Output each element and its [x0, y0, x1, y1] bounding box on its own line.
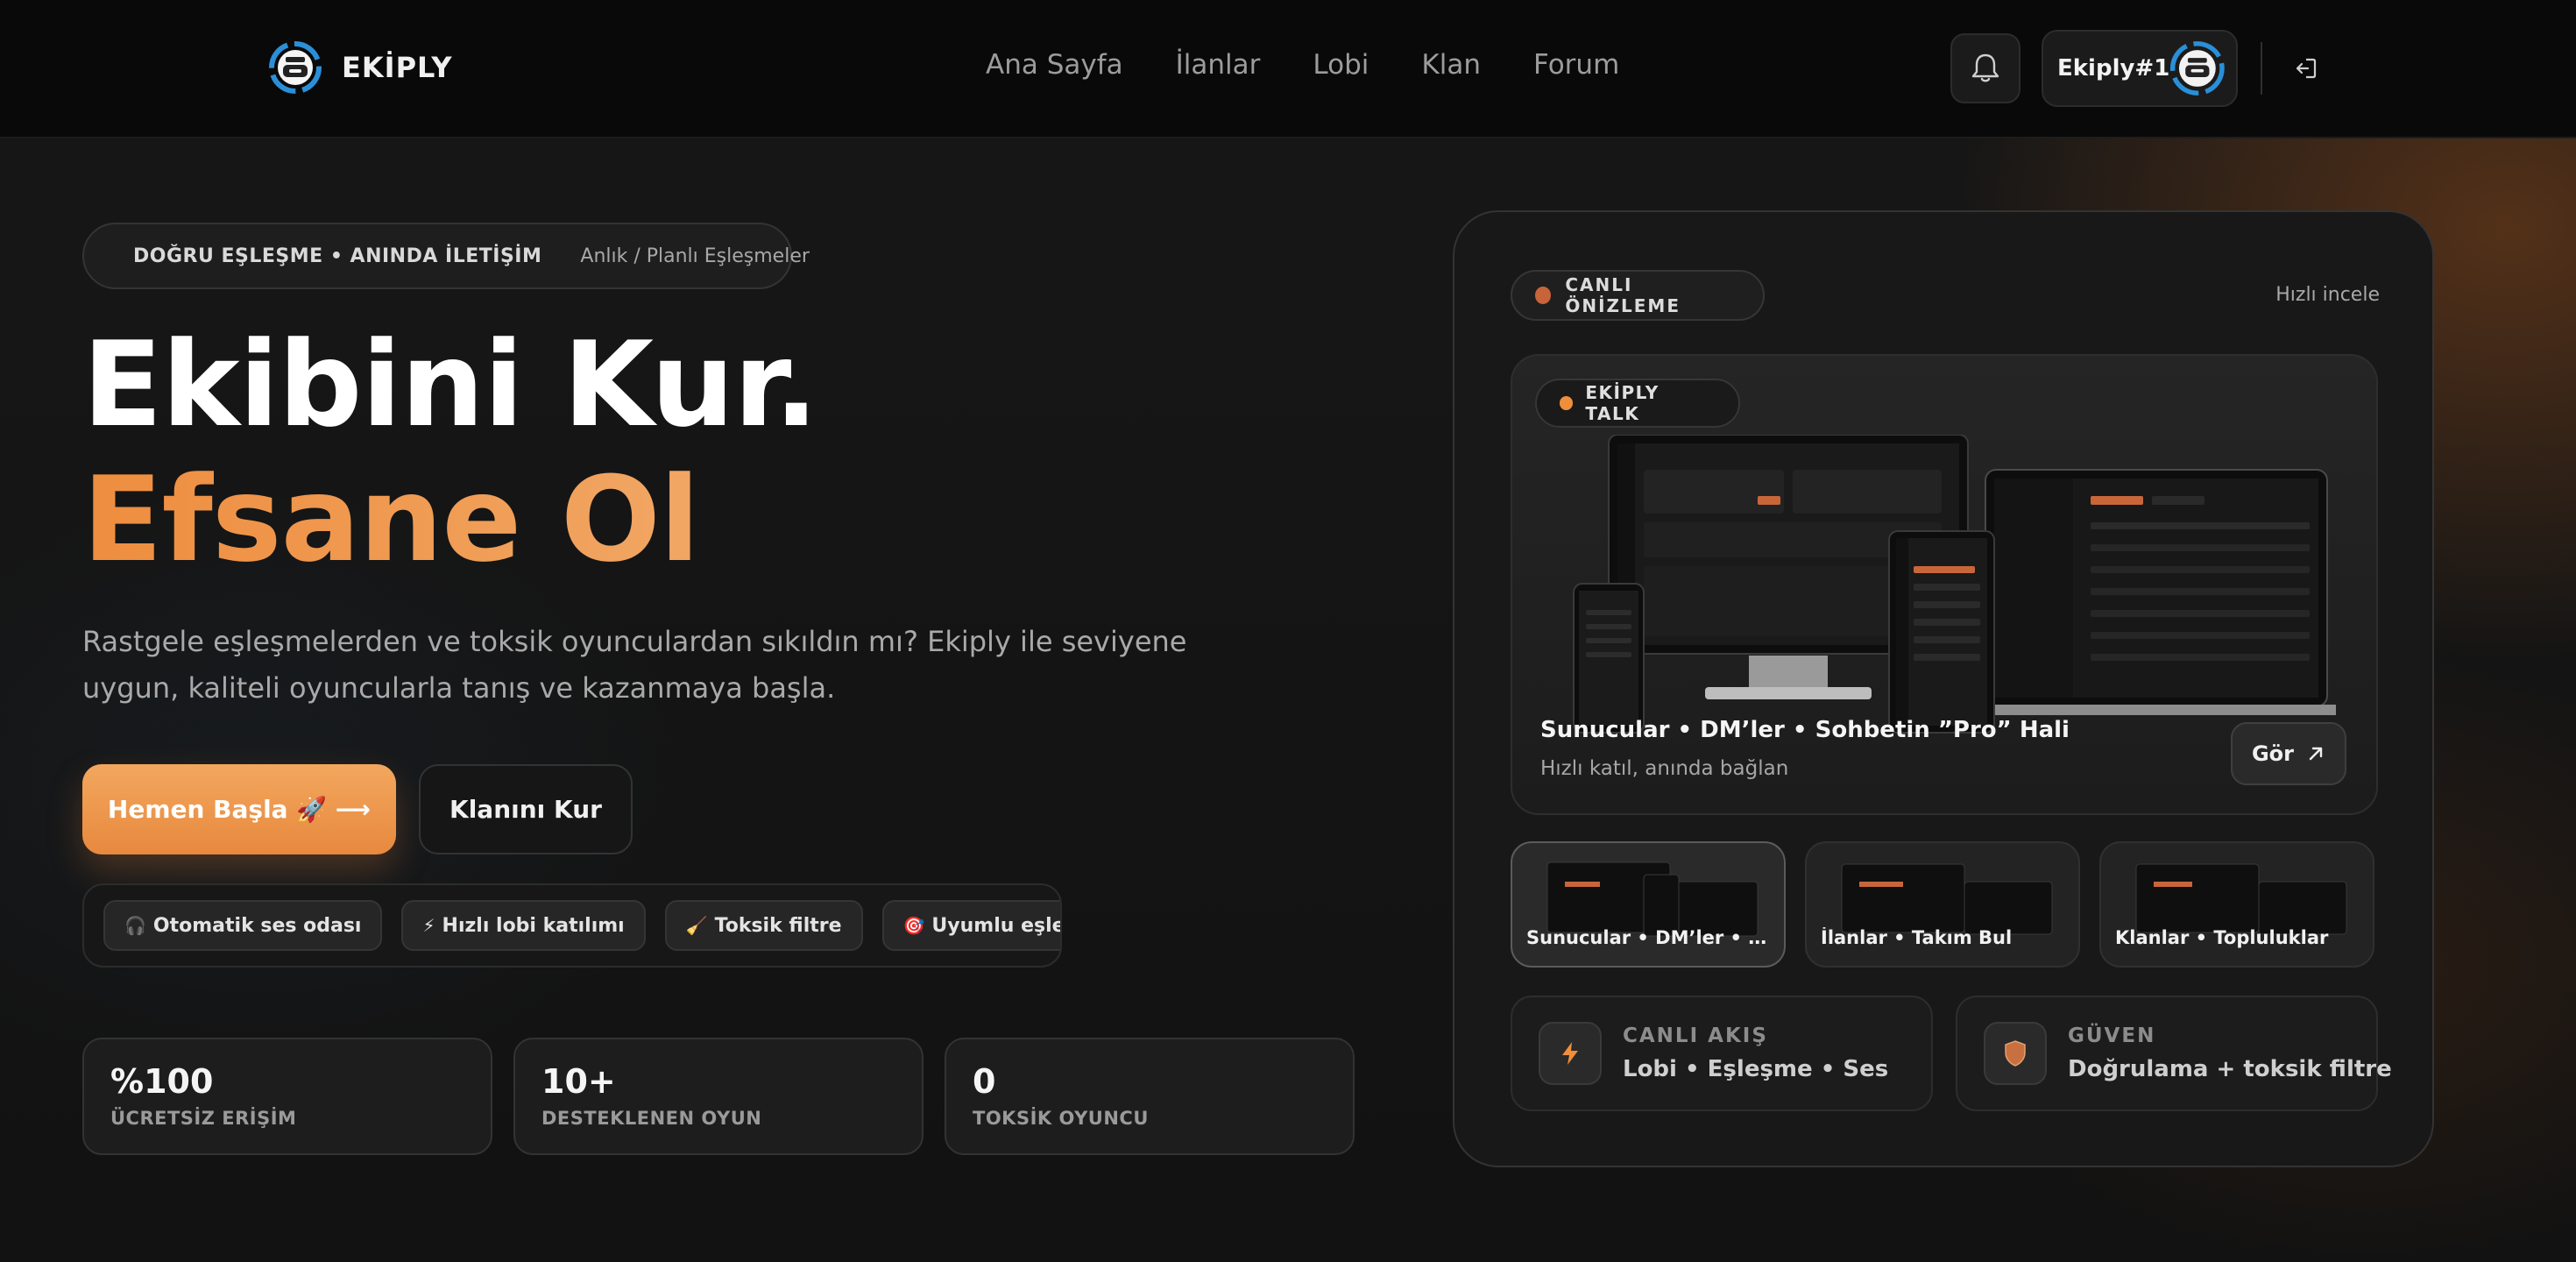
stat-value: 0	[973, 1062, 996, 1101]
thumbnail-label: İlanlar • Takım Bul	[1821, 927, 2013, 948]
stat-card-toxic-players: 0 TOKSİK OYUNCU	[945, 1038, 1355, 1155]
logout-button[interactable]	[2289, 51, 2324, 86]
info-card-trust: GÜVEN Doğrulama + toksik filtre	[1956, 996, 2392, 1111]
chip-label: Toksik filtre	[714, 914, 842, 937]
chip-label: Uyumlu eşleşme	[931, 914, 1060, 937]
preview-subtitle: Hızlı katıl, anında bağlan	[1540, 757, 1789, 780]
view-button-label: Gör	[2251, 741, 2295, 766]
preview-thumbnails: Sunucular • DM’ler • Sohbetin ”Pro” Hali…	[1511, 841, 2374, 968]
nav-link-listings[interactable]: İlanlar	[1176, 49, 1261, 81]
stat-value: 10+	[541, 1062, 616, 1101]
thumbnail-listings[interactable]: İlanlar • Takım Bul	[1805, 841, 2080, 968]
chip-toxic-filter[interactable]: 🧹 Toksik filtre	[664, 900, 863, 951]
user-name: Ekiply#1	[2057, 55, 2170, 82]
nav-divider	[2261, 42, 2262, 95]
thumbnail-clans[interactable]: Klanlar • Topluluklar	[2099, 841, 2374, 968]
status-dot	[1535, 287, 1552, 304]
info-cards: CANLI AKIŞ Lobi • Eşleşme • Ses GÜVEN Do…	[1511, 996, 2392, 1111]
nav-actions: Ekiply#1	[1950, 30, 2324, 107]
logout-icon	[2296, 58, 2317, 79]
devices-mockup-image	[1573, 435, 2336, 734]
chip-quick-lobby[interactable]: ⚡ Hızlı lobi katılımı	[401, 900, 646, 951]
stat-label: DESTEKLENEN OYUN	[541, 1108, 762, 1129]
ekiply-talk-badge: EKİPLY TALK	[1535, 379, 1740, 428]
bell-icon	[1971, 53, 1999, 82]
nav-link-lobby[interactable]: Lobi	[1313, 49, 1369, 81]
chip-label: Otomatik ses odası	[152, 914, 362, 937]
hero-lead: Rastgele eşleşmelerden ve toksik oyuncul…	[82, 625, 1187, 705]
create-clan-button[interactable]: Klanını Kur	[419, 764, 633, 854]
preview-title: Sunucular • DM’ler • Sohbetin ”Pro” Hali	[1540, 717, 2070, 743]
user-menu[interactable]: Ekiply#1	[2042, 30, 2238, 107]
stat-label: TOKSİK OYUNCU	[973, 1108, 1149, 1129]
hero-title-line1: Ekibini Kur.	[82, 316, 818, 453]
brand[interactable]: EKİPLY	[268, 40, 453, 95]
hero-badge-main: DOĞRU EŞLEŞME • ANINDA İLETİŞİM	[133, 245, 542, 267]
stat-value: %100	[110, 1062, 214, 1101]
chip-auto-voice[interactable]: 🎧 Otomatik ses odası	[103, 900, 383, 951]
status-dot	[1560, 396, 1574, 410]
stat-card-supported-games: 10+ DESTEKLENEN OYUN	[513, 1038, 924, 1155]
lightning-icon	[1539, 1022, 1602, 1085]
hero-badge: DOĞRU EŞLEŞME • ANINDA İLETİŞİM Anlık / …	[82, 223, 810, 289]
live-preview-badge: CANLI ÖNİZLEME	[1511, 270, 1765, 321]
info-title: CANLI AKIŞ	[1623, 1024, 1768, 1047]
info-subtitle: Doğrulama + toksik filtre	[2068, 1056, 2392, 1082]
info-card-live-flow: CANLI AKIŞ Lobi • Eşleşme • Ses	[1511, 996, 1933, 1111]
quick-inspect-link[interactable]: Hızlı incele	[2275, 284, 2380, 306]
info-subtitle: Lobi • Eşleşme • Ses	[1623, 1056, 1889, 1082]
nav-link-clan[interactable]: Klan	[1421, 49, 1481, 81]
avatar	[2170, 41, 2226, 96]
main-nav: Ana Sayfa İlanlar Lobi Klan Forum	[986, 49, 1619, 81]
chip-label: Hızlı lobi katılımı	[442, 914, 625, 937]
chip-compatible-match[interactable]: 🎯 Uyumlu eşleşme	[881, 900, 1060, 951]
preview-card[interactable]: EKİPLY TALK Sunucular • DM’ler • Sohbeti…	[1511, 354, 2378, 815]
arrow-up-right-icon	[2309, 747, 2323, 761]
nav-link-forum[interactable]: Forum	[1533, 49, 1619, 81]
nav-link-home[interactable]: Ana Sayfa	[986, 49, 1123, 81]
lightning-icon: ⚡	[422, 915, 435, 936]
thumbnail-servers[interactable]: Sunucular • DM’ler • Sohbetin ”Pro” Hali	[1511, 841, 1786, 968]
thumbnail-label: Sunucular • DM’ler • Sohbetin ”Pro” Hali	[1526, 927, 1773, 948]
live-preview-panel: CANLI ÖNİZLEME Hızlı incele EKİPLY TALK	[1453, 210, 2434, 1167]
hero-badge-sub: Anlık / Planlı Eşleşmeler	[580, 245, 810, 267]
hero-title-line2: Efsane Ol	[82, 451, 700, 588]
live-preview-label: CANLI ÖNİZLEME	[1565, 274, 1681, 316]
ekiply-talk-label: EKİPLY TALK	[1585, 382, 1660, 424]
stat-card-free-access: %100 ÜCRETSİZ ERİŞİM	[82, 1038, 492, 1155]
stat-label: ÜCRETSİZ ERİŞİM	[110, 1108, 297, 1129]
brand-name: EKİPLY	[342, 51, 453, 84]
info-title: GÜVEN	[2068, 1024, 2156, 1047]
view-button[interactable]: Gör	[2231, 722, 2346, 785]
top-navbar: EKİPLY Ana Sayfa İlanlar Lobi Klan Forum…	[0, 0, 2576, 138]
get-started-button[interactable]: Hemen Başla 🚀 ⟶	[82, 764, 396, 854]
shield-icon	[1984, 1022, 2047, 1085]
thumbnail-label: Klanlar • Topluluklar	[2115, 927, 2329, 948]
ekiply-logo-icon	[269, 41, 322, 94]
broom-icon: 🧹	[685, 915, 708, 936]
target-icon: 🎯	[902, 915, 925, 936]
notifications-button[interactable]	[1950, 33, 2020, 103]
headset-icon: 🎧	[124, 915, 146, 936]
feature-chips-marquee: na 🎧 Otomatik ses odası ⚡ Hızlı lobi kat…	[82, 883, 1062, 968]
